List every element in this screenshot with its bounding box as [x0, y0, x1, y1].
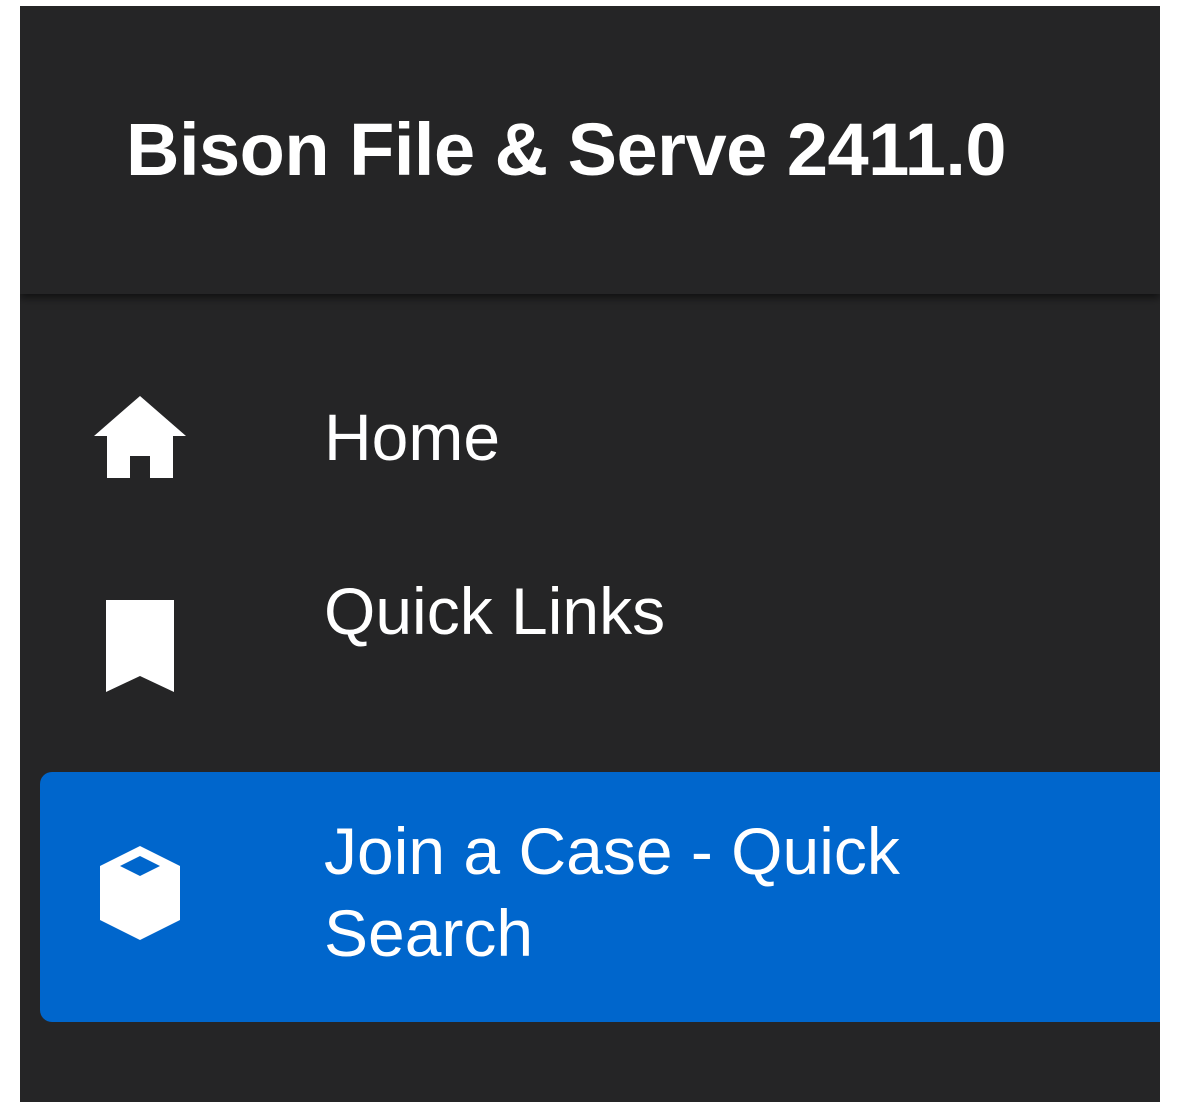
sidebar-item-label: Join a Case - Quick Search — [324, 814, 900, 970]
app-frame: Bison File & Serve 2411.0 Home Quick Lin… — [20, 6, 1160, 1102]
sidebar-item-label: Quick Links — [324, 574, 666, 648]
app-header: Bison File & Serve 2411.0 — [20, 6, 1160, 294]
app-title: Bison File & Serve 2411.0 — [126, 108, 1007, 191]
sidebar-nav: Home Quick Links Join a Case - Quick Sea… — [20, 294, 1160, 1102]
home-icon — [94, 396, 186, 478]
sidebar-item-quick-links[interactable]: Quick Links — [40, 546, 1160, 696]
bookmark-icon — [106, 600, 174, 692]
sidebar-item-home[interactable]: Home — [40, 366, 1160, 516]
sidebar-item-join-a-case[interactable]: Join a Case - Quick Search — [40, 772, 1160, 1022]
box-icon — [100, 846, 180, 940]
sidebar-item-label: Home — [324, 400, 501, 474]
